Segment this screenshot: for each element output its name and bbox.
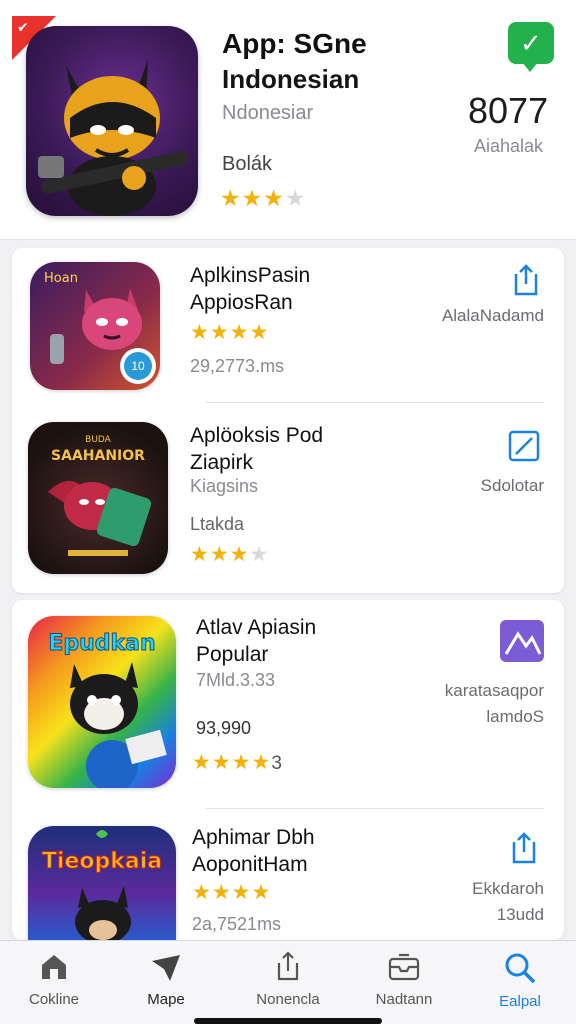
cat-ball-character-icon: Epudkan	[48, 631, 167, 788]
dragon-character-icon: BUDA SAAHANIOR	[48, 435, 152, 556]
app-list-card: Epudkan Atlav Apiasin Popular 7Mld.3.33 …	[12, 600, 564, 940]
tab-share[interactable]: Nonencla	[236, 951, 340, 1008]
app-publisher: AlalaNadamd	[441, 306, 544, 325]
paper-plane-icon	[152, 955, 180, 981]
home-icon	[42, 955, 66, 979]
featured-app-title[interactable]: App: SGne	[222, 28, 367, 60]
app-publisher: Sdolotar	[480, 476, 544, 495]
app-icon[interactable]: BUDA SAAHANIOR	[28, 422, 168, 574]
app-icon[interactable]: Tieopkaia	[28, 826, 176, 940]
featured-app-subtitle: Indonesian	[222, 64, 360, 94]
cat-character-icon: Tieopkaia	[41, 830, 163, 940]
featured-app-icon[interactable]	[26, 26, 198, 216]
app-icon[interactable]: Epudkan	[28, 616, 176, 788]
inbox-icon	[388, 953, 420, 981]
svg-text:Tieopkaia: Tieopkaia	[42, 849, 162, 874]
app-size: 29,2773.ms	[190, 356, 285, 376]
divider	[206, 808, 544, 809]
svg-text:SAAHANIOR: SAAHANIOR	[51, 448, 145, 464]
featured-app-header: ✔ App: SGne Indonesian Ndonesiar Bolák ★…	[0, 0, 576, 240]
app-rating: ★★★★	[192, 881, 272, 904]
share-icon[interactable]	[506, 830, 542, 866]
app-rating: ★★★★	[190, 543, 270, 566]
installed-check-icon[interactable]: ✓	[508, 22, 554, 72]
home-indicator	[194, 1018, 382, 1024]
featured-app-developer: Ndonesiar	[222, 102, 314, 124]
app-icon[interactable]: Hoan 10	[30, 262, 160, 390]
app-rating: ★★★★3	[192, 751, 283, 774]
bottom-tab-bar: Cokline Mape Nonencla Nadtann Ealpal	[0, 940, 576, 1024]
app-publisher: karatasaqpor lamdoS	[444, 681, 544, 726]
app-downloads: 93,990	[196, 718, 252, 738]
app-name[interactable]: Aphimar Dbh AoponitHam	[192, 824, 315, 878]
featured-app-rating: ★★★★	[220, 185, 307, 211]
tab-search[interactable]: Ealpal	[468, 951, 572, 1010]
search-icon	[505, 953, 536, 984]
chart-icon[interactable]	[500, 620, 544, 662]
app-name[interactable]: AplkinsPasin AppiosRan	[190, 262, 310, 316]
app-category: Ltakda	[190, 514, 245, 534]
tab-maps[interactable]: Mape	[114, 951, 218, 1008]
featured-app-count-label: Aiahalak	[474, 136, 544, 156]
tab-inbox[interactable]: Nadtann	[352, 951, 456, 1008]
share-icon[interactable]	[508, 262, 544, 298]
divider	[206, 402, 544, 403]
app-size: 7Mld.3.33	[196, 670, 276, 690]
app-size: Kiagsins	[190, 476, 259, 496]
app-size: 2a,7521ms	[192, 914, 282, 934]
app-name[interactable]: Aplöoksis Pod Ziapirk	[190, 422, 323, 476]
svg-text:BUDA: BUDA	[85, 435, 112, 445]
app-name[interactable]: Atlav Apiasin Popular	[196, 614, 316, 668]
svg-text:Epudkan: Epudkan	[48, 631, 155, 656]
app-rating: ★★★★	[190, 321, 270, 344]
edit-icon[interactable]	[506, 428, 542, 464]
featured-app-label: Bolák	[222, 153, 273, 175]
svg-text:Hoan: Hoan	[44, 271, 78, 286]
share-icon	[277, 951, 299, 981]
featured-app-count: 8077	[468, 90, 549, 131]
app-badge: 10	[124, 352, 152, 380]
ninja-character-icon	[38, 60, 189, 216]
app-publisher: Ekkdaroh 13udd	[472, 879, 544, 924]
tab-home[interactable]: Cokline	[2, 951, 106, 1008]
app-list-card: Hoan 10 AplkinsPasin AppiosRan ★★★★ 29,2…	[12, 248, 564, 593]
